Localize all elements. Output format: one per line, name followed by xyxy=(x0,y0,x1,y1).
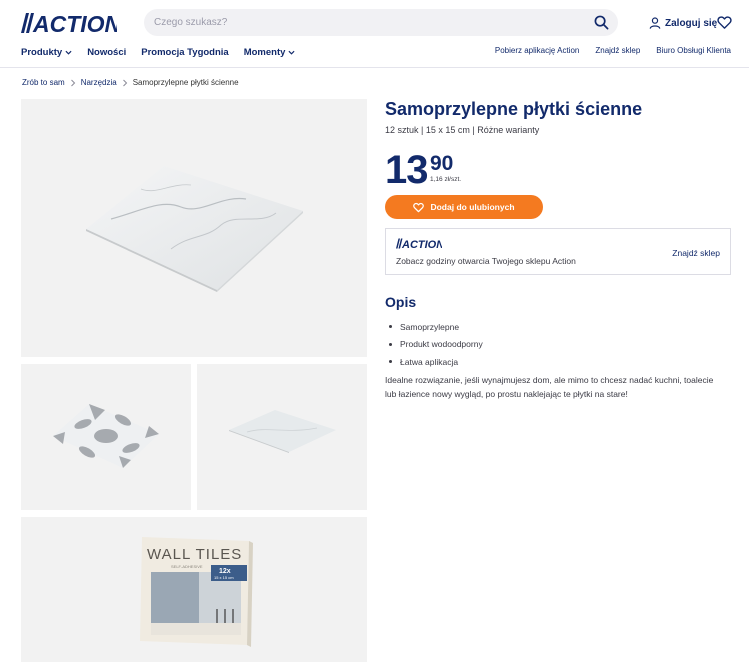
packaging-count: 12x xyxy=(219,568,231,575)
heart-icon[interactable] xyxy=(717,15,732,30)
packaging-size: 15 x 15 cm xyxy=(214,575,234,580)
nav-label: Momenty xyxy=(243,46,286,58)
store-logo-text: ACTION xyxy=(401,239,442,249)
chevron-down-icon xyxy=(65,50,72,55)
action-logo[interactable]: ACTION xyxy=(21,11,117,35)
search-icon[interactable] xyxy=(594,15,609,30)
description-title: Opis xyxy=(385,294,417,310)
nav-item-produkty[interactable]: Produkty xyxy=(21,45,72,59)
product-image-main[interactable] xyxy=(21,99,367,357)
find-store-link[interactable]: Znajdź sklep xyxy=(672,248,720,258)
customer-service-link[interactable]: Biuro Obsługi Klienta xyxy=(656,46,731,55)
nav-label: Produkty xyxy=(21,46,63,58)
breadcrumb-link[interactable]: Narzędzia xyxy=(81,78,117,87)
price-main: 13 xyxy=(385,148,428,192)
product-title: Samoprzylepne płytki ścienne xyxy=(385,99,643,119)
list-item: Łatwa aplikacja xyxy=(385,353,483,371)
store-info-box: ACTION Zobacz godziny otwarcia Twojego s… xyxy=(385,228,731,275)
search-bar xyxy=(144,9,618,36)
nav-item-momenty[interactable]: Momenty xyxy=(244,45,296,59)
login-label: Zaloguj się xyxy=(665,17,718,29)
chevron-right-icon xyxy=(70,79,75,86)
login-button[interactable]: Zaloguj się xyxy=(649,15,717,31)
find-store-link[interactable]: Znajdź sklep xyxy=(595,46,640,55)
nav-label: Promocja Tygodnia xyxy=(141,46,229,58)
store-hours-text: Zobacz godziny otwarcia Twojego sklepu A… xyxy=(396,256,576,266)
chevron-down-icon xyxy=(288,50,295,55)
user-icon xyxy=(649,17,661,29)
packaging-subtitle: SELF-ADHESIVE xyxy=(171,564,203,569)
feature-list: Samoprzylepne Produkt wodoodporny Łatwa … xyxy=(385,318,483,371)
add-to-favorites-button[interactable]: Dodaj do ulubionych xyxy=(385,195,543,219)
site-header: ACTION Zaloguj się Produkty Nowości Prom… xyxy=(0,0,749,68)
action-logo: ACTION xyxy=(396,238,442,249)
heart-icon xyxy=(413,202,425,212)
search-input[interactable] xyxy=(154,14,574,31)
product-subtitle: 12 sztuk | 15 x 15 cm | Różne warianty xyxy=(385,125,540,135)
packaging-title: WALL TILES xyxy=(147,546,242,563)
unit-price: 1,16 zł/szt. xyxy=(430,176,462,183)
main-nav: Produkty Nowości Promocja Tygodnia Momen… xyxy=(21,45,310,59)
breadcrumb-current: Samoprzylepne płytki ścienne xyxy=(132,78,239,87)
product-image-thumb-marble[interactable] xyxy=(197,364,367,510)
favorites-label: Dodaj do ulubionych xyxy=(430,202,515,212)
price-decimal: 90 xyxy=(430,152,454,175)
chevron-right-icon xyxy=(122,79,127,86)
nav-item-promocja[interactable]: Promocja Tygodnia xyxy=(141,45,228,59)
app-download-link[interactable]: Pobierz aplikację Action xyxy=(495,46,580,55)
utility-links: Pobierz aplikację Action Znajdź sklep Bi… xyxy=(495,46,731,55)
nav-label: Nowości xyxy=(87,46,127,58)
product-image-thumb-pattern[interactable] xyxy=(21,364,191,510)
breadcrumb-link[interactable]: Zrób to sam xyxy=(22,78,65,87)
list-item: Produkt wodoodporny xyxy=(385,336,483,354)
list-item: Samoprzylepne xyxy=(385,318,483,336)
nav-item-nowosci[interactable]: Nowości xyxy=(87,45,126,59)
breadcrumb: Zrób to sam Narzędzia Samoprzylepne płyt… xyxy=(22,78,239,87)
logo-text: ACTION xyxy=(32,11,117,35)
product-image-packaging[interactable]: WALL TILES SELF-ADHESIVE 12x 15 x 15 cm xyxy=(21,517,367,662)
description-text: Idealne rozwiązanie, jeśli wynajmujesz d… xyxy=(385,375,714,399)
